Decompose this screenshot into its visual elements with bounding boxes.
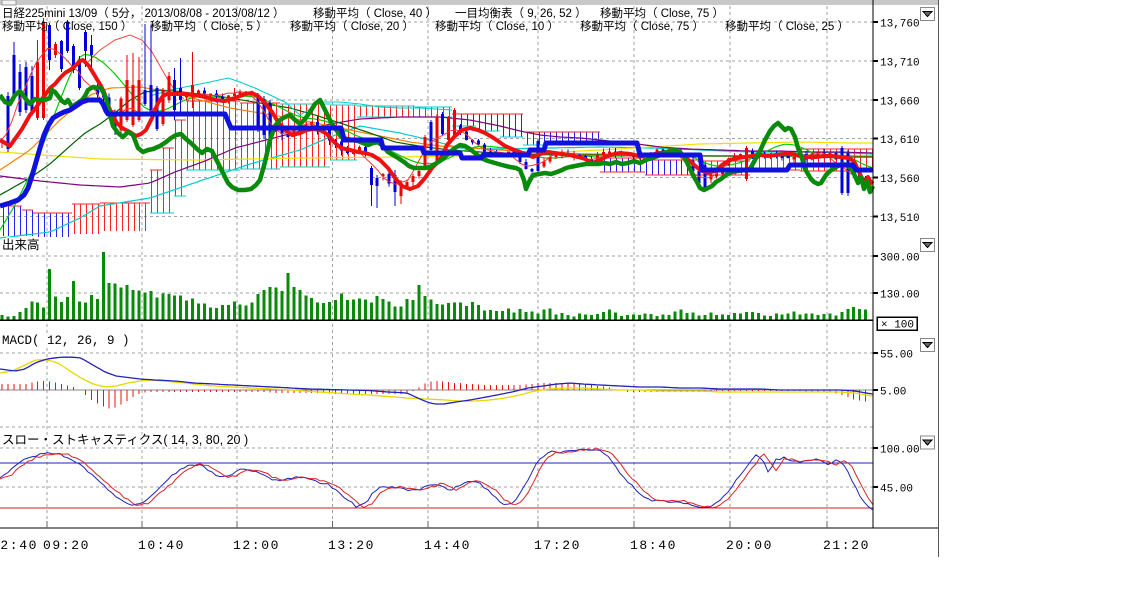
svg-text:13,510: 13,510 <box>880 213 920 225</box>
svg-text:45.00: 45.00 <box>880 484 913 496</box>
svg-text:02:40: 02:40 <box>0 538 38 553</box>
svg-text:18:40: 18:40 <box>630 538 677 553</box>
svg-text:09:20: 09:20 <box>43 538 90 553</box>
svg-text:5.00: 5.00 <box>880 387 906 399</box>
svg-text:20:00: 20:00 <box>726 538 773 553</box>
svg-text:× 100: × 100 <box>881 320 914 332</box>
svg-text:130.00: 130.00 <box>880 290 920 302</box>
svg-text:13,710: 13,710 <box>880 58 920 70</box>
svg-text:17:20: 17:20 <box>534 538 581 553</box>
svg-text:10:40: 10:40 <box>138 538 185 553</box>
svg-text:13:20: 13:20 <box>328 538 375 553</box>
svg-text:100.00: 100.00 <box>880 445 920 457</box>
svg-text:13,560: 13,560 <box>880 174 920 186</box>
svg-text:55.00: 55.00 <box>880 349 913 361</box>
svg-text:MACD( 12, 26, 9 ): MACD( 12, 26, 9 ) <box>2 334 130 348</box>
svg-text:21:20: 21:20 <box>823 538 870 553</box>
svg-text:出来高: 出来高 <box>2 237 40 252</box>
svg-text:12:00: 12:00 <box>233 538 280 553</box>
svg-text:13,660: 13,660 <box>880 97 920 109</box>
svg-text:13,610: 13,610 <box>880 135 920 147</box>
svg-text:13,760: 13,760 <box>880 19 920 31</box>
svg-text:日経225mini 13/09（ 5分， 2013/08/0: 日経225mini 13/09（ 5分， 2013/08/08 - 2013/0… <box>2 6 724 20</box>
svg-text:14:40: 14:40 <box>424 538 471 553</box>
svg-text:スロー・ストキャスティクス( 14, 3, 80, 20 ): スロー・ストキャスティクス( 14, 3, 80, 20 ) <box>2 433 248 447</box>
svg-text:300.00: 300.00 <box>880 253 920 265</box>
